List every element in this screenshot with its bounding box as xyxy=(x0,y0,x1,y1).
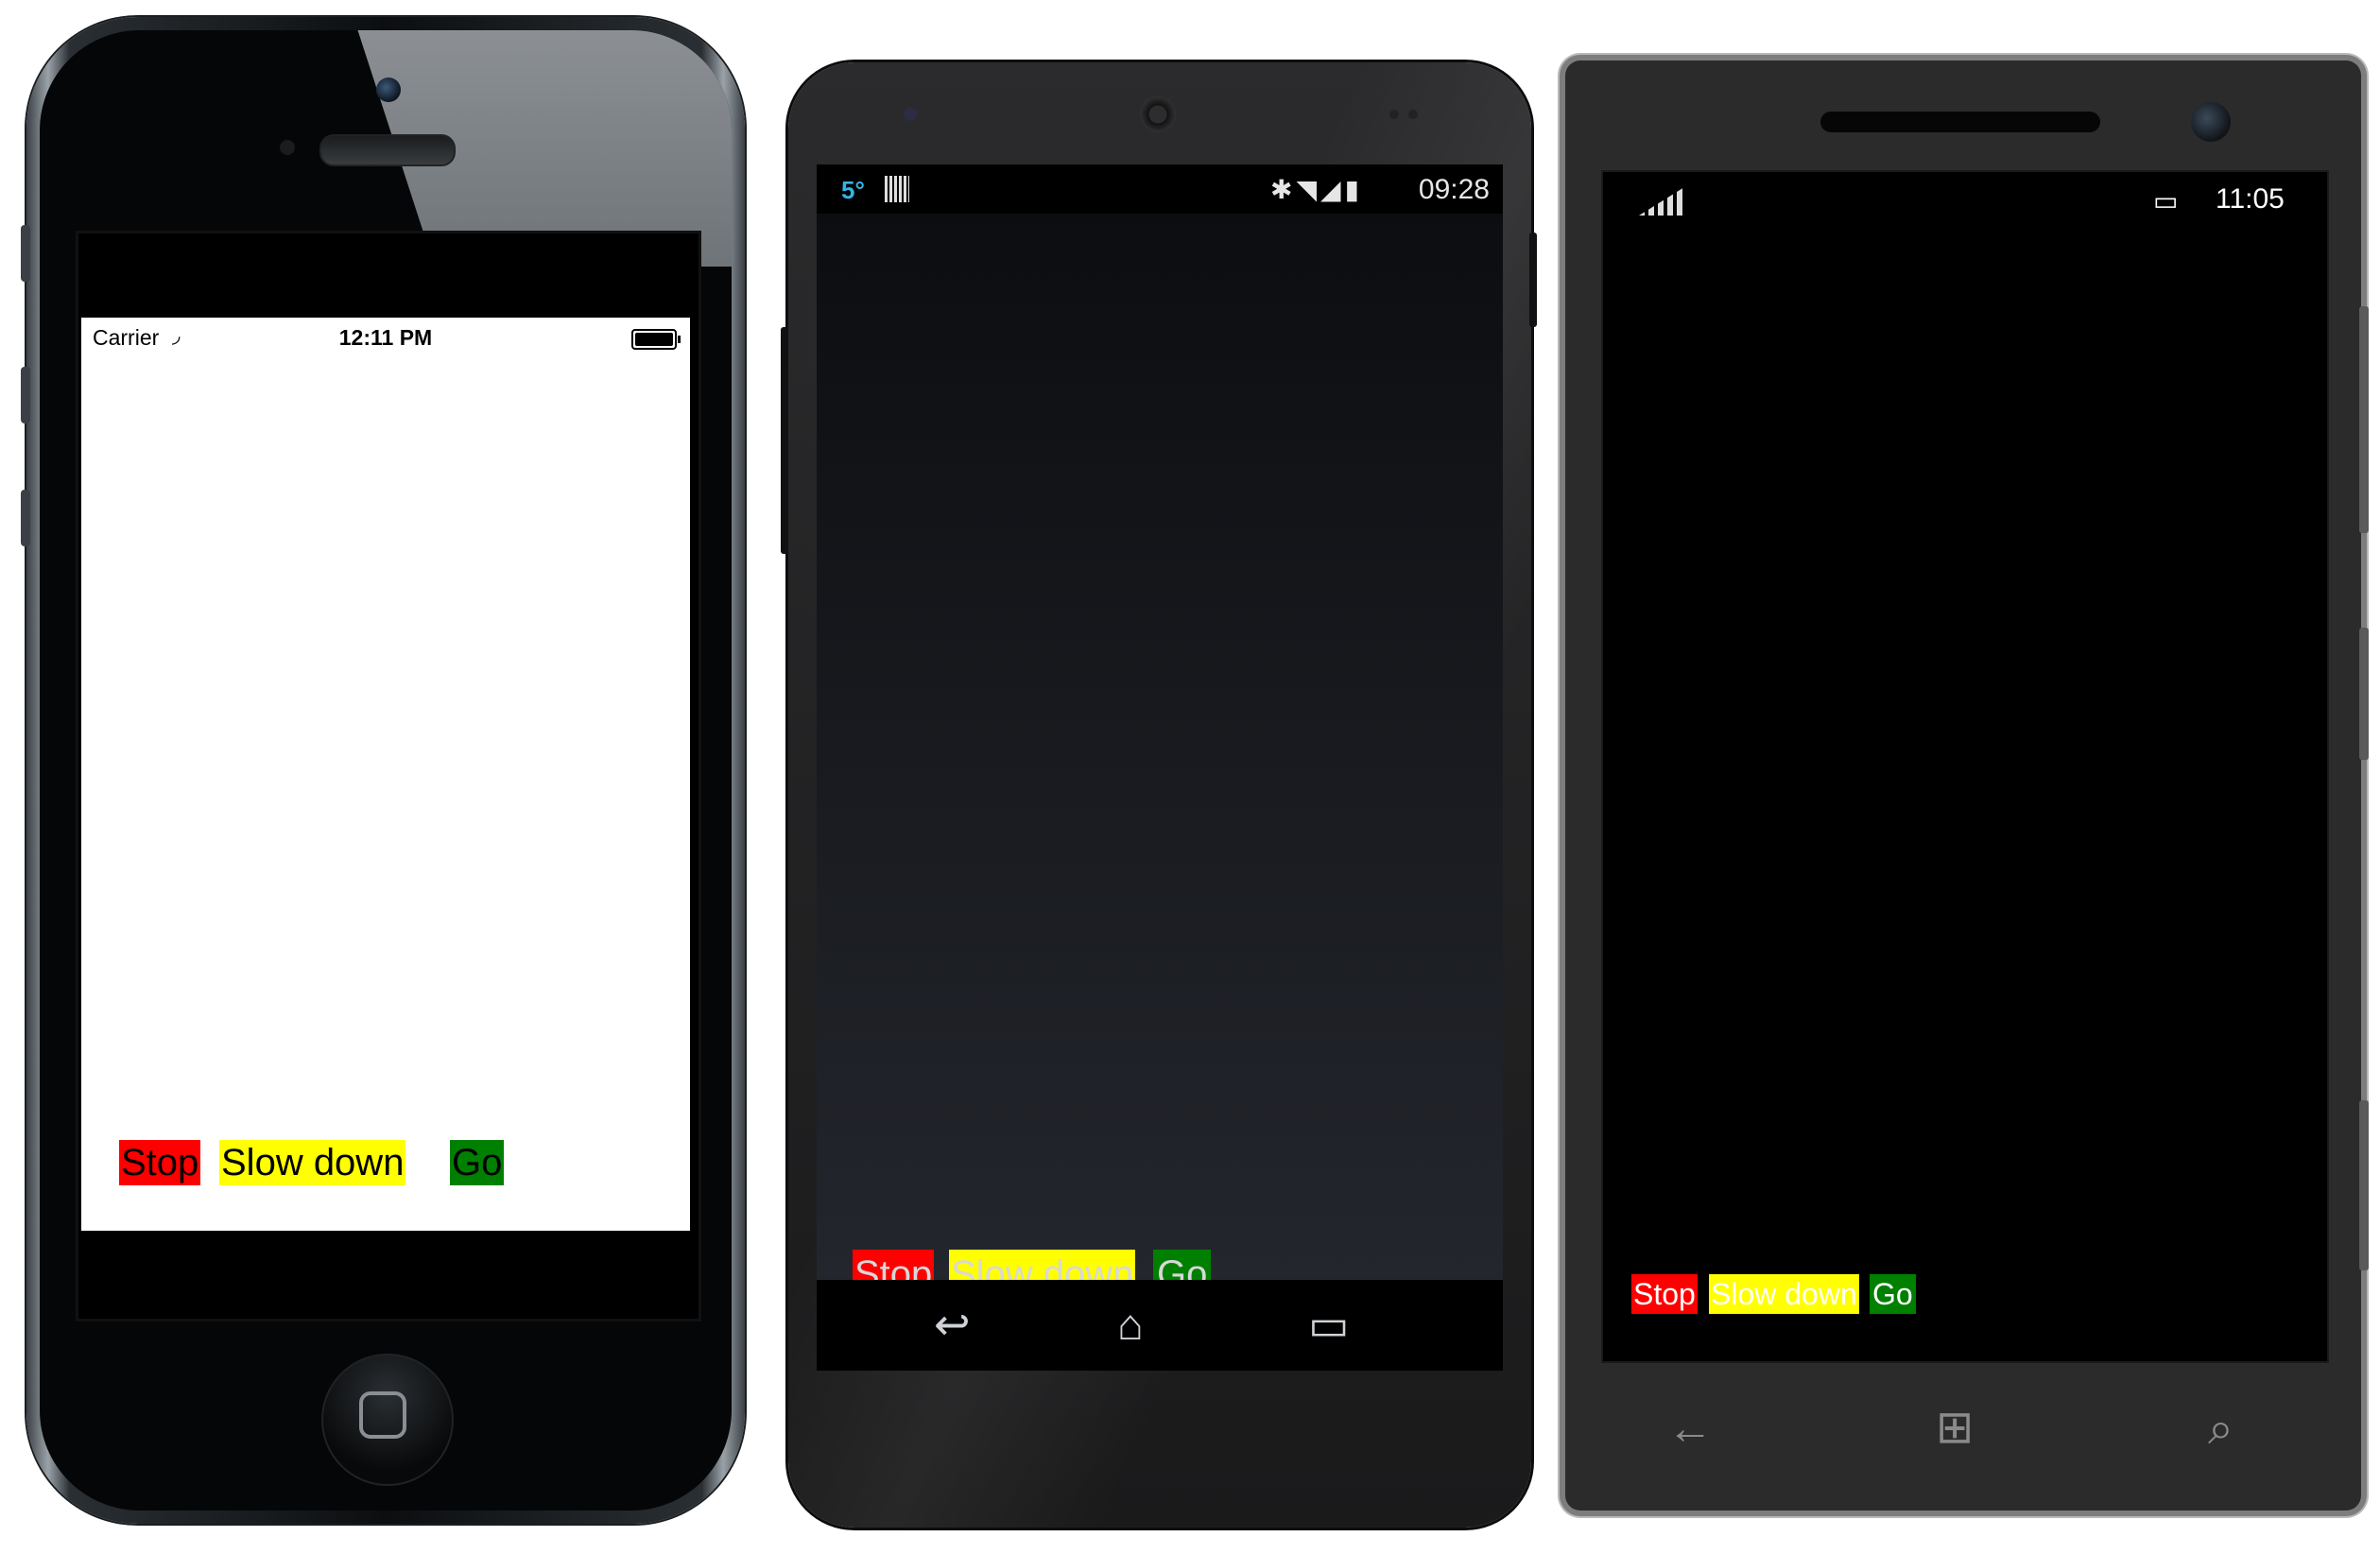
windows-icon[interactable]: ⊞ xyxy=(1936,1401,1974,1454)
iphone-volume-down xyxy=(21,490,30,546)
android-status-bar: 5° ✱◥◢▮ 09:28 xyxy=(817,164,1503,214)
android-camera-icon xyxy=(1140,96,1176,132)
winphone-status-bar: ▭ 11:05 xyxy=(1603,172,2327,229)
bluetooth-icon: ✱ xyxy=(1270,175,1297,204)
winphone-screen: ▭ 11:05 Stop Slow down Go xyxy=(1601,170,2329,1363)
battery-icon: ▭ xyxy=(2153,186,2179,216)
winphone-clock: 11:05 xyxy=(2216,183,2285,215)
android-sensor-1 xyxy=(1389,110,1399,119)
ios-slow-down-label: Slow down xyxy=(219,1140,406,1185)
home-button-square xyxy=(359,1391,406,1439)
winphone-stop-label: Stop xyxy=(1631,1274,1698,1314)
battery-icon xyxy=(631,329,681,350)
winphone-volume-rocker xyxy=(2359,306,2369,533)
signal-icon: ◢ xyxy=(1320,175,1345,204)
winphone-camera-icon xyxy=(2191,102,2231,142)
back-icon[interactable]: ← xyxy=(1667,1403,1713,1455)
wifi-icon: ◥ xyxy=(1296,175,1321,204)
android-clock: 09:28 xyxy=(1418,174,1490,205)
android-slow-down-label: Slow down xyxy=(949,1250,1136,1280)
iphone-speaker xyxy=(319,134,456,166)
recents-icon[interactable]: ▭ xyxy=(1308,1299,1349,1350)
ios-stop-label: Stop xyxy=(119,1140,201,1185)
search-icon[interactable]: ⌕ xyxy=(2208,1403,2233,1456)
iphone-mute-switch xyxy=(21,225,30,282)
android-device: 5° ✱◥◢▮ 09:28 Stop Slow down Go ↩ ⌂ ▭ xyxy=(781,62,1537,1528)
iphone-top-black-area xyxy=(81,236,690,318)
iphone-volume-up xyxy=(21,367,30,423)
ios-clock: 12:11 PM xyxy=(338,325,433,350)
android-temperature: 5° xyxy=(841,176,865,204)
ios-status-bar: Carrier ◞ 12:11 PM xyxy=(81,318,690,359)
back-icon[interactable]: ↩ xyxy=(934,1299,971,1350)
home-icon[interactable]: ⌂ xyxy=(1117,1299,1144,1350)
android-volume-rocker xyxy=(781,327,788,554)
windows-phone-device: ▭ 11:05 Stop Slow down Go ← ⊞ ⌕ xyxy=(1565,60,2369,1511)
android-screen: 5° ✱◥◢▮ 09:28 Stop Slow down Go xyxy=(817,164,1503,1280)
iphone-camera-icon xyxy=(376,78,401,102)
winphone-power-button xyxy=(2359,628,2369,760)
iphone-sensor xyxy=(280,140,295,155)
winphone-go-label: Go xyxy=(1870,1274,1916,1314)
android-system-icons: ✱◥◢▮ xyxy=(1270,174,1363,205)
signal-icon xyxy=(1639,187,1684,216)
winphone-speaker xyxy=(1820,112,2100,132)
android-go-label: Go xyxy=(1153,1250,1212,1280)
ios-go-label: Go xyxy=(450,1140,505,1185)
winphone-camera-button xyxy=(2359,1100,2369,1270)
android-front-sensor xyxy=(904,108,917,121)
iphone-device: Carrier ◞ 12:11 PM Stop Slow down Go xyxy=(21,17,745,1524)
iphone-screen: Carrier ◞ 12:11 PM Stop Slow down Go xyxy=(81,318,690,1231)
android-sensor-2 xyxy=(1408,110,1418,119)
barcode-icon xyxy=(885,176,909,202)
android-stop-label: Stop xyxy=(853,1250,935,1280)
battery-icon: ▮ xyxy=(1344,175,1363,204)
winphone-slow-down-label: Slow down xyxy=(1709,1274,1859,1314)
android-power-button xyxy=(1529,233,1537,327)
android-nav-bar: ↩ ⌂ ▭ xyxy=(817,1280,1503,1371)
